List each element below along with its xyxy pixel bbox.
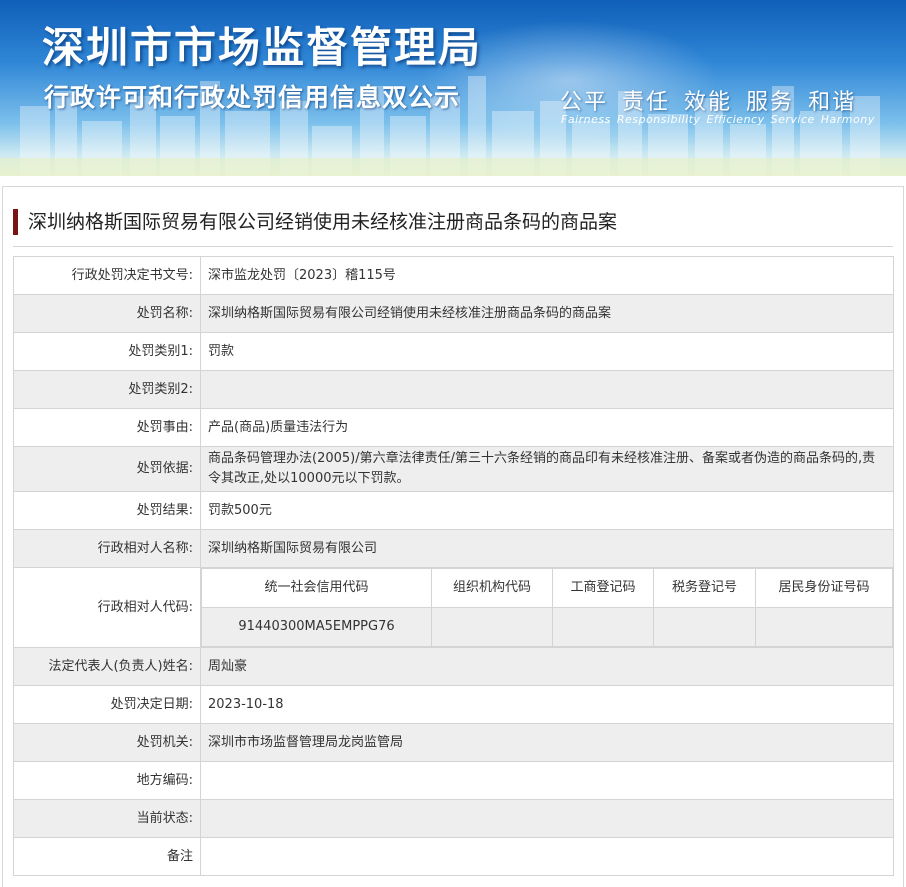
code-header-row: 统一社会信用代码 组织机构代码 工商登记码 税务登记号 居民身份证号码 bbox=[201, 568, 893, 608]
reason-value: 产品(商品)质量违法行为 bbox=[200, 408, 894, 447]
field-label: 处罚名称: bbox=[13, 294, 201, 333]
case-title: 深圳纳格斯国际贸易有限公司经销使用未经核准注册商品条码的商品案 bbox=[13, 209, 898, 235]
party-code-cell: 统一社会信用代码 组织机构代码 工商登记码 税务登记号 居民身份证号码 9144… bbox=[200, 567, 894, 648]
authority-value: 深圳市市场监督管理局龙岗监管局 bbox=[200, 723, 894, 762]
business-reg-value bbox=[552, 607, 654, 647]
slogan-en-item: Efficiency bbox=[706, 113, 765, 126]
table-row: 处罚机关: 深圳市市场监督管理局龙岗监管局 bbox=[13, 723, 894, 762]
field-label: 处罚依据: bbox=[13, 446, 201, 492]
table-row: 法定代表人(负责人)姓名: 周灿豪 bbox=[13, 647, 894, 686]
field-label: 法定代表人(负责人)姓名: bbox=[13, 647, 201, 686]
field-label: 行政处罚决定书文号: bbox=[13, 256, 201, 295]
code-header: 工商登记码 bbox=[552, 568, 654, 608]
field-label: 行政相对人名称: bbox=[13, 529, 201, 568]
slogan-item: 和谐 bbox=[808, 90, 857, 115]
slogan: 公平 责任 效能 服务 和谐 bbox=[560, 84, 870, 116]
table-row: 处罚类别1: 罚款 bbox=[13, 332, 894, 371]
field-label: 处罚类别1: bbox=[13, 332, 201, 371]
slogan-item: 责任 bbox=[622, 90, 671, 115]
table-row: 处罚结果: 罚款500元 bbox=[13, 491, 894, 530]
code-header: 统一社会信用代码 bbox=[201, 568, 432, 608]
category1-value: 罚款 bbox=[200, 332, 894, 371]
field-label: 处罚结果: bbox=[13, 491, 201, 530]
id-number-value bbox=[755, 607, 893, 647]
slogan-item: 公平 bbox=[560, 90, 609, 115]
slogan-english: Fairness Responsibility Efficiency Service H… bbox=[561, 113, 881, 126]
status-value bbox=[200, 799, 894, 838]
table-row: 备注 bbox=[13, 837, 894, 876]
field-label: 备注 bbox=[13, 837, 201, 876]
field-label: 地方编码: bbox=[13, 761, 201, 800]
table-row: 处罚事由: 产品(商品)质量违法行为 bbox=[13, 408, 894, 447]
field-label: 处罚类别2: bbox=[13, 370, 201, 409]
decision-number-value: 深市监龙处罚〔2023〕稽115号 bbox=[200, 256, 894, 295]
field-label: 行政相对人代码: bbox=[13, 567, 201, 648]
field-label: 当前状态: bbox=[13, 799, 201, 838]
party-code-table: 统一社会信用代码 组织机构代码 工商登记码 税务登记号 居民身份证号码 9144… bbox=[201, 568, 893, 647]
slogan-en-item: Harmony bbox=[820, 113, 875, 126]
code-value-row: 91440300MA5EMPPG76 bbox=[201, 607, 893, 647]
basis-value: 商品条码管理办法(2005)/第六章法律责任/第三十六条经销的商品印有未经核准注… bbox=[200, 446, 894, 492]
slogan-item: 效能 bbox=[684, 90, 733, 115]
table-row: 行政相对人名称: 深圳纳格斯国际贸易有限公司 bbox=[13, 529, 894, 568]
table-row: 处罚依据: 商品条码管理办法(2005)/第六章法律责任/第三十六条经销的商品印… bbox=[13, 446, 894, 492]
field-label: 处罚决定日期: bbox=[13, 685, 201, 724]
case-detail-panel: 深圳纳格斯国际贸易有限公司经销使用未经核准注册商品条码的商品案 行政处罚决定书文… bbox=[2, 186, 904, 887]
category2-value bbox=[200, 370, 894, 409]
org-code-value bbox=[431, 607, 553, 647]
header-banner: 深圳市市场监督管理局 行政许可和行政处罚信用信息双公示 公平 责任 效能 服务 和谐 F… bbox=[0, 0, 906, 176]
tax-reg-value bbox=[653, 607, 756, 647]
table-row: 处罚决定日期: 2023-10-18 bbox=[13, 685, 894, 724]
site-subtitle: 行政许可和行政处罚信用信息双公示 bbox=[44, 83, 461, 112]
party-name-value: 深圳纳格斯国际贸易有限公司 bbox=[200, 529, 894, 568]
result-value: 罚款500元 bbox=[200, 491, 894, 530]
table-row: 处罚类别2: bbox=[13, 370, 894, 409]
remark-value bbox=[200, 837, 894, 876]
table-row: 行政处罚决定书文号: 深市监龙处罚〔2023〕稽115号 bbox=[13, 256, 894, 295]
code-header: 税务登记号 bbox=[653, 568, 756, 608]
credit-code-value: 91440300MA5EMPPG76 bbox=[201, 607, 432, 647]
table-row: 行政相对人代码: 统一社会信用代码 组织机构代码 工商登记码 税务登记号 居民身… bbox=[13, 567, 894, 648]
field-label: 处罚事由: bbox=[13, 408, 201, 447]
slogan-en-item: Service bbox=[770, 113, 815, 126]
legal-rep-value: 周灿豪 bbox=[200, 647, 894, 686]
slogan-en-item: Fairness bbox=[561, 113, 611, 126]
slogan-item: 服务 bbox=[746, 90, 795, 115]
case-info-table: 行政处罚决定书文号: 深市监龙处罚〔2023〕稽115号 处罚名称: 深圳纳格斯… bbox=[13, 256, 894, 876]
site-title: 深圳市市场监督管理局 bbox=[42, 23, 483, 72]
code-header: 组织机构代码 bbox=[431, 568, 553, 608]
code-header: 居民身份证号码 bbox=[755, 568, 893, 608]
penalty-name-value: 深圳纳格斯国际贸易有限公司经销使用未经核准注册商品条码的商品案 bbox=[200, 294, 894, 333]
divider bbox=[13, 246, 893, 247]
table-row: 当前状态: bbox=[13, 799, 894, 838]
table-row: 处罚名称: 深圳纳格斯国际贸易有限公司经销使用未经核准注册商品条码的商品案 bbox=[13, 294, 894, 333]
field-label: 处罚机关: bbox=[13, 723, 201, 762]
decision-date-value: 2023-10-18 bbox=[200, 685, 894, 724]
region-code-value bbox=[200, 761, 894, 800]
table-row: 地方编码: bbox=[13, 761, 894, 800]
slogan-en-item: Responsibility bbox=[616, 113, 701, 126]
